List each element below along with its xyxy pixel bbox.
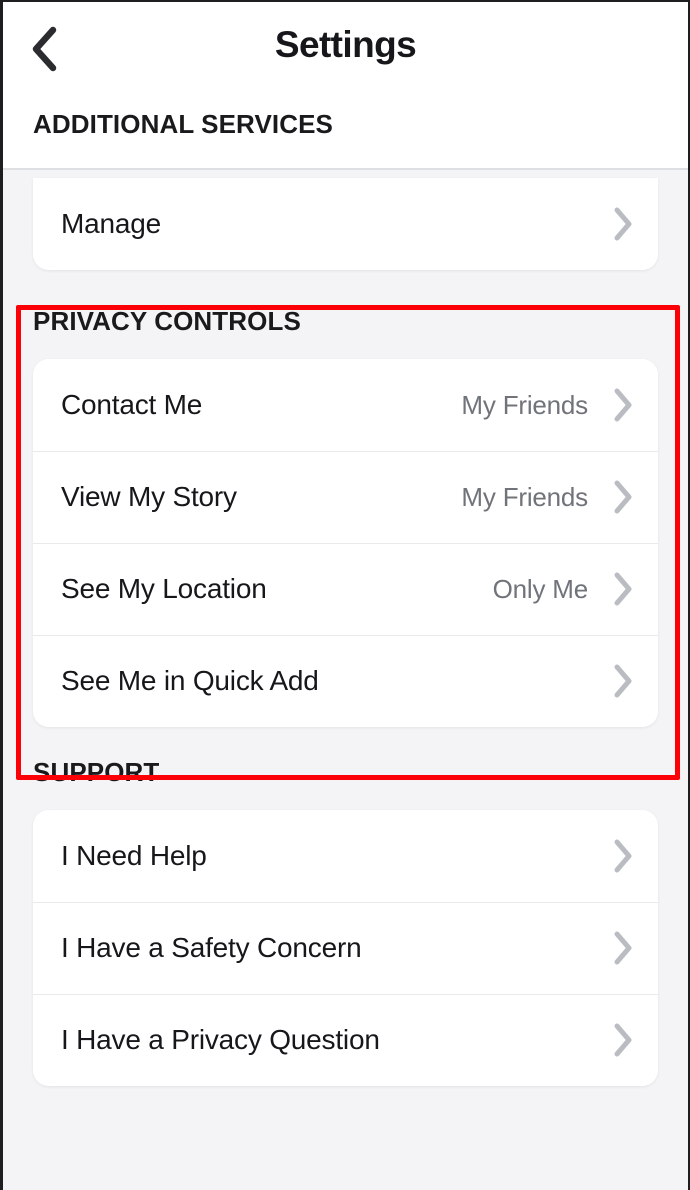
row-value: My Friends [461, 481, 588, 512]
row-label: Manage [61, 208, 161, 239]
row-i-have-a-privacy-question[interactable]: I Have a Privacy Question [33, 994, 658, 1086]
chevron-right-icon [610, 931, 636, 965]
row-manage[interactable]: Manage [33, 178, 658, 270]
row-label: I Have a Safety Concern [61, 932, 362, 963]
chevron-right-icon [610, 207, 636, 241]
settings-screen: Settings ADDITIONAL SERVICES Manage PRIV… [0, 0, 690, 1190]
chevron-right-icon [610, 664, 636, 698]
card-support: I Need Help I Have a Safety Concern I Ha… [33, 810, 658, 1086]
chevron-right-icon [610, 480, 636, 514]
row-label: View My Story [61, 481, 237, 512]
row-view-my-story[interactable]: View My Story My Friends [33, 451, 658, 543]
row-label: See Me in Quick Add [61, 665, 319, 696]
row-label: Contact Me [61, 389, 203, 420]
chevron-right-icon [610, 388, 636, 422]
row-label: I Need Help [61, 840, 207, 871]
group-support: SUPPORT I Need Help I Have a Safety Conc… [3, 727, 688, 1086]
row-i-have-a-safety-concern[interactable]: I Have a Safety Concern [33, 902, 658, 994]
row-label: I Have a Privacy Question [61, 1024, 380, 1055]
row-i-need-help[interactable]: I Need Help [33, 810, 658, 902]
settings-list: Manage PRIVACY CONTROLS Contact Me My Fr… [3, 178, 688, 1136]
navigation-header: Settings [3, 2, 688, 97]
chevron-right-icon [610, 1023, 636, 1057]
group-privacy-controls: PRIVACY CONTROLS Contact Me My Friends V… [3, 270, 688, 727]
section-header-additional-services: ADDITIONAL SERVICES [3, 97, 688, 168]
section-header-support: SUPPORT [33, 757, 160, 787]
chevron-right-icon [610, 839, 636, 873]
section-header-privacy-controls: PRIVACY CONTROLS [33, 306, 301, 336]
page-title: Settings [274, 24, 417, 65]
row-contact-me[interactable]: Contact Me My Friends [33, 359, 658, 451]
row-see-my-location[interactable]: See My Location Only Me [33, 543, 658, 635]
row-value: Only Me [492, 573, 589, 604]
card-privacy-controls: Contact Me My Friends View My Story My F… [33, 359, 658, 727]
card-additional-services: Manage [33, 178, 658, 270]
row-label: See My Location [61, 573, 267, 604]
row-see-me-in-quick-add[interactable]: See Me in Quick Add [33, 635, 658, 727]
chevron-right-icon [610, 572, 636, 606]
header-divider [3, 168, 688, 170]
row-value: My Friends [461, 389, 588, 420]
